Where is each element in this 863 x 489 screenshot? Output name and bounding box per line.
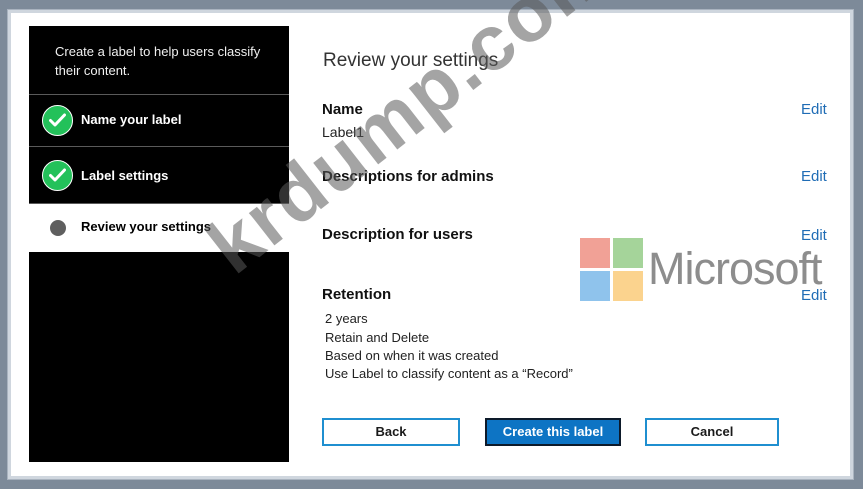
microsoft-wordmark: Microsoft — [648, 243, 823, 294]
retention-action: Retain and Delete — [325, 330, 430, 345]
retention-basis: Based on when it was created — [325, 348, 499, 363]
sidebar-header: Create a label to help users classify th… — [29, 26, 289, 95]
sidebar-intro-text: Create a label to help users classify th… — [55, 44, 261, 78]
current-step-dot-icon — [50, 220, 66, 236]
user-description-heading: Description for users — [322, 226, 473, 243]
microsoft-logo-icon — [580, 238, 643, 301]
check-circle-icon — [42, 160, 73, 191]
edit-user-description-link[interactable]: Edit — [801, 227, 827, 244]
retention-record-option: Use Label to classify content as a “Reco… — [325, 366, 573, 381]
back-button[interactable]: Back — [322, 418, 460, 446]
cancel-button[interactable]: Cancel — [645, 418, 779, 446]
step-name-your-label[interactable]: Name your label — [29, 94, 289, 147]
step-label: Name your label — [81, 112, 182, 127]
edit-admin-description-link[interactable]: Edit — [801, 168, 827, 185]
step-label: Label settings — [81, 168, 169, 183]
retention-period: 2 years — [325, 311, 368, 326]
retention-heading: Retention — [322, 286, 392, 303]
check-circle-icon — [42, 105, 73, 136]
create-label-button[interactable]: Create this label — [485, 418, 621, 446]
edit-name-link[interactable]: Edit — [801, 101, 827, 118]
